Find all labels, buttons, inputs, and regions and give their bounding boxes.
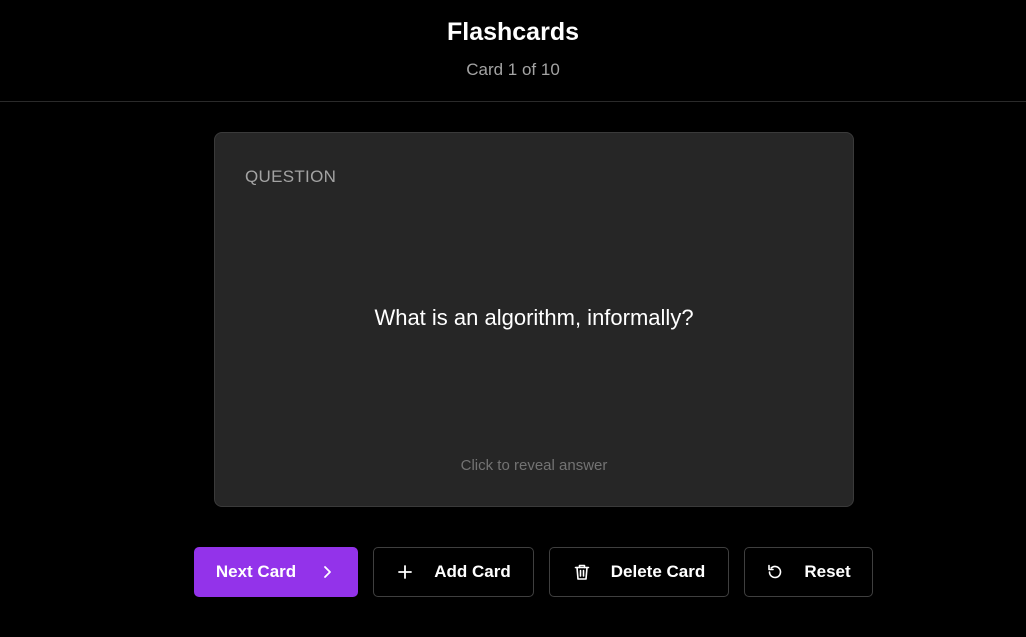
app-header: Flashcards Card 1 of 10 xyxy=(0,0,1026,102)
card-counter: Card 1 of 10 xyxy=(466,60,560,79)
add-card-button[interactable]: Add Card xyxy=(373,547,534,597)
page-title: Flashcards xyxy=(446,18,579,46)
reset-label: Reset xyxy=(804,562,851,581)
delete-card-label: Delete Card xyxy=(610,562,706,581)
plus-icon xyxy=(396,563,414,581)
flashcard[interactable]: QUESTION What is an algorithm, informall… xyxy=(214,132,854,507)
card-side-label: QUESTION xyxy=(245,167,337,186)
reset-button[interactable]: Reset xyxy=(744,547,873,597)
reveal-answer-hint: Click to reveal answer xyxy=(460,457,608,474)
next-card-label: Next Card xyxy=(215,562,297,581)
add-card-label: Add Card xyxy=(434,562,511,581)
chevron-right-icon xyxy=(318,563,336,581)
next-card-button[interactable]: Next Card xyxy=(194,547,358,597)
trash-icon xyxy=(573,563,591,581)
delete-card-button[interactable]: Delete Card xyxy=(549,547,729,597)
rotate-ccw-icon xyxy=(766,563,784,581)
card-question-text: What is an algorithm, informally? xyxy=(374,305,694,330)
